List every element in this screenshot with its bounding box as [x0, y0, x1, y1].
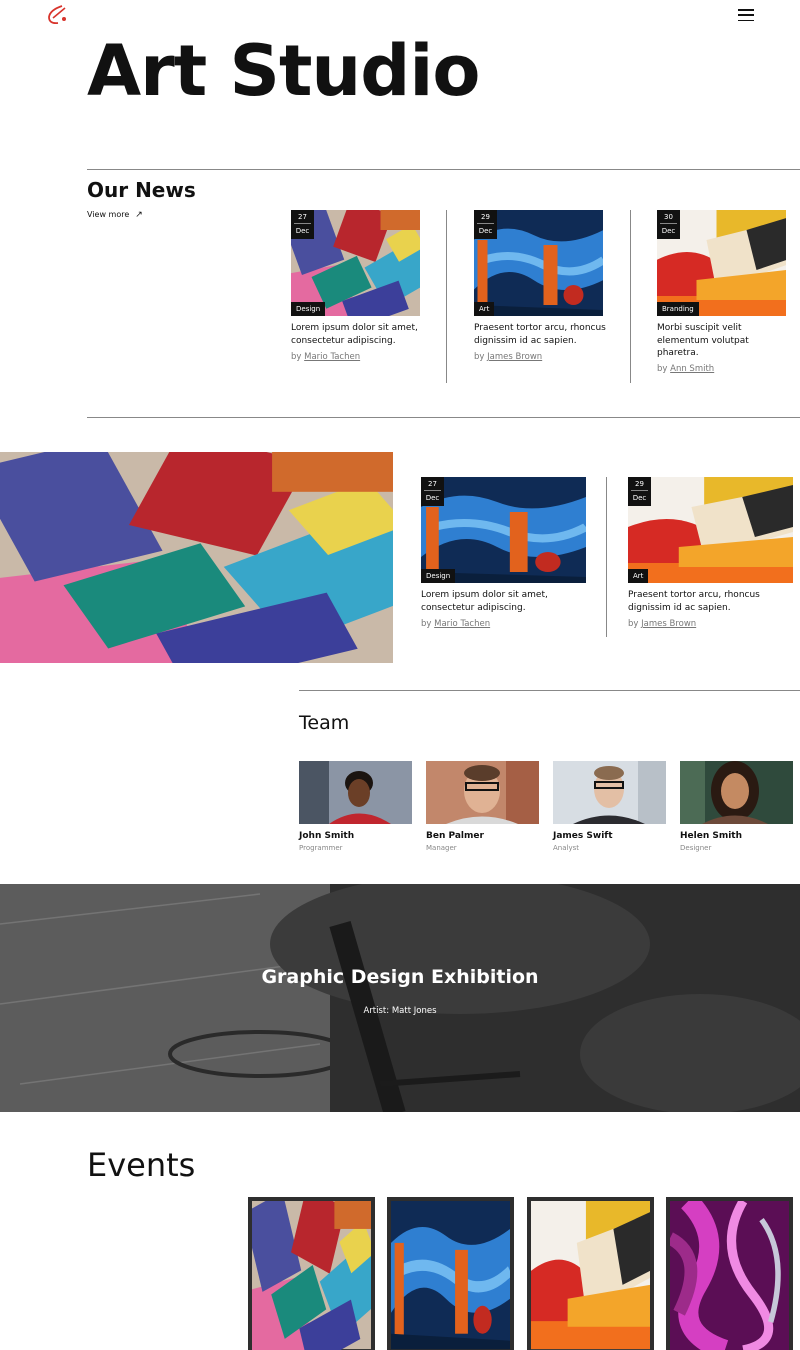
team-divider [299, 690, 800, 691]
news-card-image[interactable]: 30 Dec Branding [657, 210, 786, 316]
news-divider [87, 169, 800, 170]
news-byline: by Ann Smith [657, 364, 715, 374]
news-heading: Our News [87, 178, 196, 202]
author-link[interactable]: Mario Tachen [434, 619, 490, 629]
card-divider [630, 210, 631, 383]
category-tag[interactable]: Design [421, 569, 456, 583]
member-name[interactable]: John Smith [299, 831, 354, 841]
date-badge: 29 Dec [474, 210, 497, 239]
exhibition-artist: Artist: Matt Jones [363, 1006, 437, 1016]
news-card-image[interactable]: 29 Dec Art [474, 210, 603, 316]
category-tag[interactable]: Art [628, 569, 649, 583]
event-card[interactable] [666, 1197, 793, 1350]
view-more-link[interactable]: View more ↗ [87, 210, 143, 220]
view-more-label: View more [87, 210, 130, 219]
member-name[interactable]: James Swift [553, 831, 613, 841]
member-role: Manager [426, 844, 457, 852]
member-role: Analyst [553, 844, 579, 852]
news-card-image[interactable]: 27 Dec Design [291, 210, 420, 316]
avatar[interactable] [553, 761, 666, 824]
exhibition-title[interactable]: Graphic Design Exhibition [0, 966, 800, 988]
date-badge: 27 Dec [291, 210, 314, 239]
author-link[interactable]: Mario Tachen [304, 352, 360, 362]
member-role: Programmer [299, 844, 343, 852]
news-card-image[interactable]: 27 Dec Design [421, 477, 586, 583]
news-card-image[interactable]: 29 Dec Art [628, 477, 793, 583]
date-badge: 27 Dec [421, 477, 444, 506]
event-card[interactable] [387, 1197, 514, 1350]
news-byline: by James Brown [628, 619, 697, 629]
author-link[interactable]: Ann Smith [670, 364, 714, 374]
arrow-up-right-icon: ↗ [135, 210, 143, 220]
section-divider [87, 417, 800, 418]
avatar[interactable] [299, 761, 412, 824]
author-link[interactable]: James Brown [641, 619, 696, 629]
exhibition-banner[interactable] [0, 884, 800, 1112]
news-excerpt[interactable]: Lorem ipsum dolor sit amet, consectetur … [291, 322, 431, 347]
category-tag[interactable]: Design [291, 302, 326, 316]
news-excerpt[interactable]: Praesent tortor arcu, rhoncus dignissim … [628, 589, 778, 614]
member-role: Designer [680, 844, 712, 852]
featured-brushes-image [0, 452, 393, 663]
events-heading: Events [87, 1146, 196, 1184]
hamburger-menu-icon[interactable] [738, 9, 754, 21]
card-divider [606, 477, 607, 637]
avatar[interactable] [680, 761, 793, 824]
category-tag[interactable]: Branding [657, 302, 699, 316]
news-byline: by Mario Tachen [421, 619, 491, 629]
news-excerpt[interactable]: Morbi suscipit velit elementum volutpat … [657, 322, 767, 360]
news-byline: by Mario Tachen [291, 352, 361, 362]
event-card[interactable] [527, 1197, 654, 1350]
member-name[interactable]: Helen Smith [680, 831, 742, 841]
author-link[interactable]: James Brown [487, 352, 542, 362]
category-tag[interactable]: Art [474, 302, 495, 316]
card-divider [446, 210, 447, 383]
date-badge: 29 Dec [628, 477, 651, 506]
news-excerpt[interactable]: Lorem ipsum dolor sit amet, consectetur … [421, 589, 571, 614]
event-card[interactable] [248, 1197, 375, 1350]
site-title: Art Studio [87, 30, 480, 112]
avatar[interactable] [426, 761, 539, 824]
news-byline: by James Brown [474, 352, 543, 362]
member-name[interactable]: Ben Palmer [426, 831, 484, 841]
team-heading: Team [299, 712, 350, 734]
brush-stroke-logo-icon[interactable] [46, 4, 70, 26]
news-excerpt[interactable]: Praesent tortor arcu, rhoncus dignissim … [474, 322, 614, 347]
date-badge: 30 Dec [657, 210, 680, 239]
